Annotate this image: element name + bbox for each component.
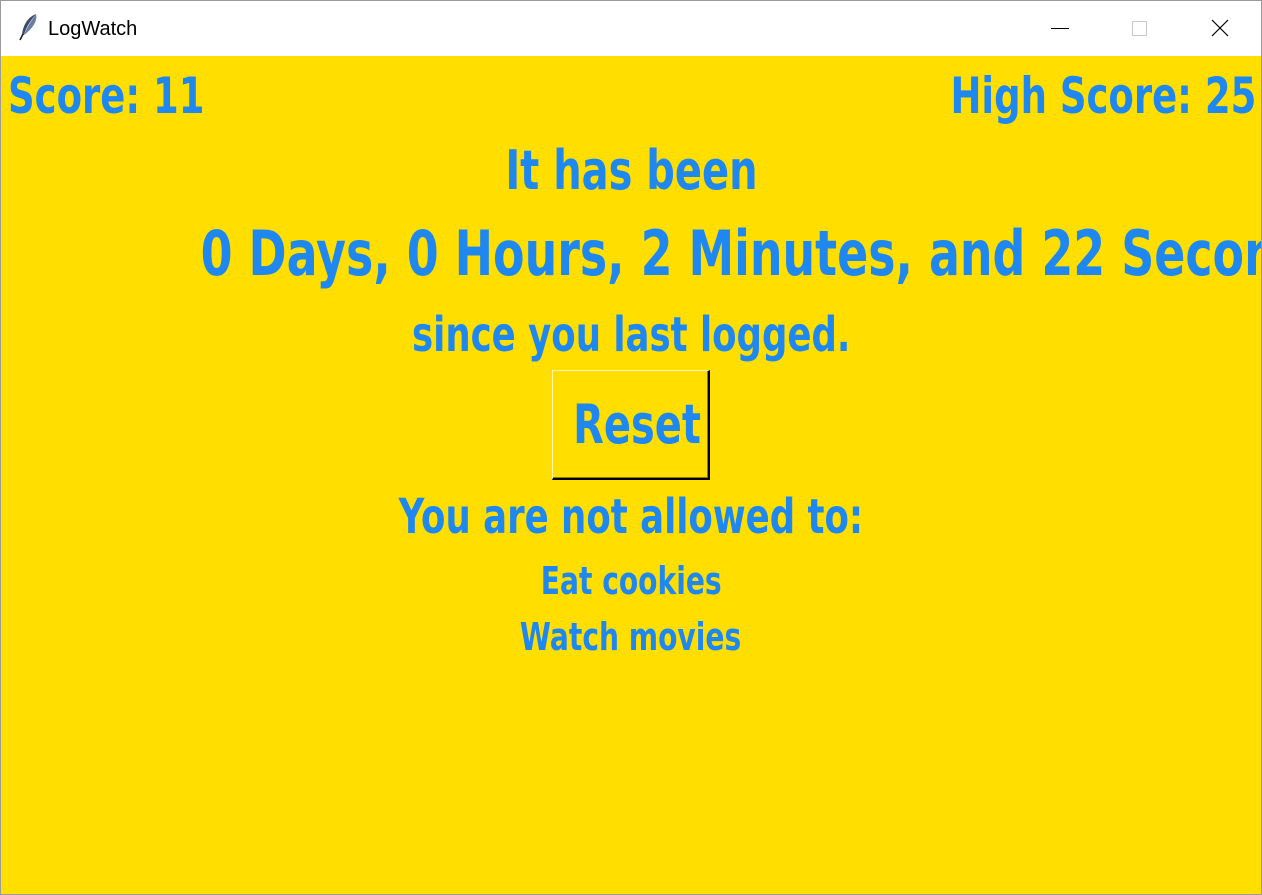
- list-item: Eat cookies: [1, 559, 1261, 603]
- score-label: Score: 11: [8, 67, 205, 125]
- window-title: LogWatch: [48, 18, 138, 40]
- elapsed-intro: It has been: [504, 139, 758, 202]
- main-panel: Score: 11 High Score: 25 It has been 0 D…: [1, 56, 1261, 894]
- elapsed-time-row: 0 Days, 0 Hours, 2 Minutes, and 22 Secon…: [1, 219, 1261, 289]
- high-score-label: High Score: 25: [950, 67, 1256, 125]
- reset-button-label: Reset: [573, 393, 702, 456]
- feather-icon: [18, 13, 40, 41]
- minimize-button[interactable]: [1020, 1, 1100, 56]
- reset-button[interactable]: Reset: [552, 370, 710, 480]
- maximize-button[interactable]: [1100, 1, 1180, 56]
- title-bar[interactable]: LogWatch: [1, 1, 1261, 56]
- maximize-icon: [1132, 21, 1147, 36]
- elapsed-outro-row: since you last logged.: [1, 307, 1261, 363]
- rule-item: Eat cookies: [540, 559, 722, 603]
- rules-header: You are not allowed to:: [398, 489, 864, 545]
- list-item: Watch movies: [1, 615, 1261, 659]
- close-button[interactable]: [1180, 1, 1260, 56]
- minimize-icon: [1051, 28, 1069, 29]
- elapsed-time: 0 Days, 0 Hours, 2 Minutes, and 22 Secon…: [200, 217, 1262, 290]
- close-icon: [1211, 19, 1229, 37]
- rules-header-row: You are not allowed to:: [1, 489, 1261, 545]
- app-window: LogWatch Score: 11 High Score: 25 It has…: [0, 0, 1262, 895]
- elapsed-intro-row: It has been: [1, 141, 1261, 201]
- elapsed-outro: since you last logged.: [411, 307, 851, 363]
- rule-item: Watch movies: [520, 615, 742, 659]
